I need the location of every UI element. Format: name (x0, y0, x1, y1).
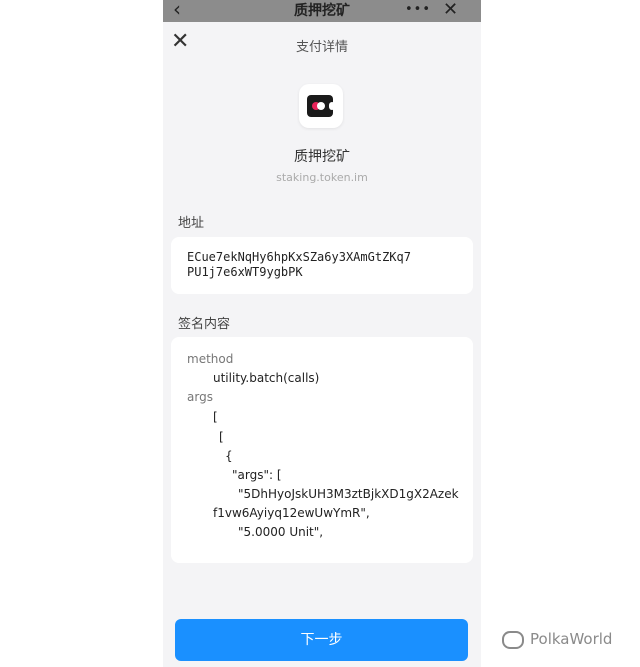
sig-line: "5.0000 Unit", (238, 525, 324, 539)
app-name: 质押挖矿 (294, 149, 350, 165)
watermark: PolkaWorld (502, 630, 612, 649)
app-top-bar: ‹ 质押挖矿 ••• ✕ (163, 0, 481, 22)
sig-line: "args": [ (232, 468, 282, 482)
app-bar-title: 质押挖矿 (294, 3, 350, 19)
payment-details-sheet: ✕ 支付详情 质押挖矿 staking.token.im 地址 ECue7ekN… (163, 22, 481, 667)
sig-line: "5DhHyoJskUH3M3ztBjkXD1gX2Azek (238, 487, 459, 501)
sig-key-method: method (187, 352, 234, 366)
sig-line: [ (213, 410, 218, 424)
address-line-2: PU1j7e6xWT9ygbPK (187, 265, 303, 279)
close-icon[interactable]: ✕ (443, 0, 458, 21)
sig-line: { (225, 449, 233, 463)
sig-key-args: args (187, 390, 213, 404)
wechat-icon (502, 630, 524, 649)
watermark-text: PolkaWorld (530, 630, 613, 648)
sig-method-value: utility.batch(calls) (213, 371, 320, 385)
sheet-title: 支付详情 (295, 40, 348, 55)
address-line-1: ECue7ekNqHy6hpKxSZa6y3XAmGtZKq7 (187, 250, 411, 264)
address-box: ECue7ekNqHy6hpKxSZa6y3XAmGtZKq7 PU1j7e6x… (171, 237, 473, 294)
phone-frame: ‹ 质押挖矿 ••• ✕ ✕ 支付详情 质押挖矿 staking.token.i… (163, 0, 481, 667)
signature-content-box[interactable]: method utility.batch(calls) args [ [ { "… (171, 337, 473, 563)
address-label: 地址 (178, 216, 205, 231)
app-domain: staking.token.im (276, 171, 368, 184)
app-logo-icon (299, 84, 343, 128)
sig-line: f1vw6Ayiyq12ewUwYmR", (213, 506, 370, 520)
next-step-button[interactable]: 下一步 (175, 619, 468, 661)
more-icon[interactable]: ••• (405, 2, 431, 18)
address-value: ECue7ekNqHy6hpKxSZa6y3XAmGtZKq7 PU1j7e6x… (187, 250, 467, 280)
sig-line: [ (219, 430, 224, 444)
signature-label: 签名内容 (178, 317, 231, 332)
